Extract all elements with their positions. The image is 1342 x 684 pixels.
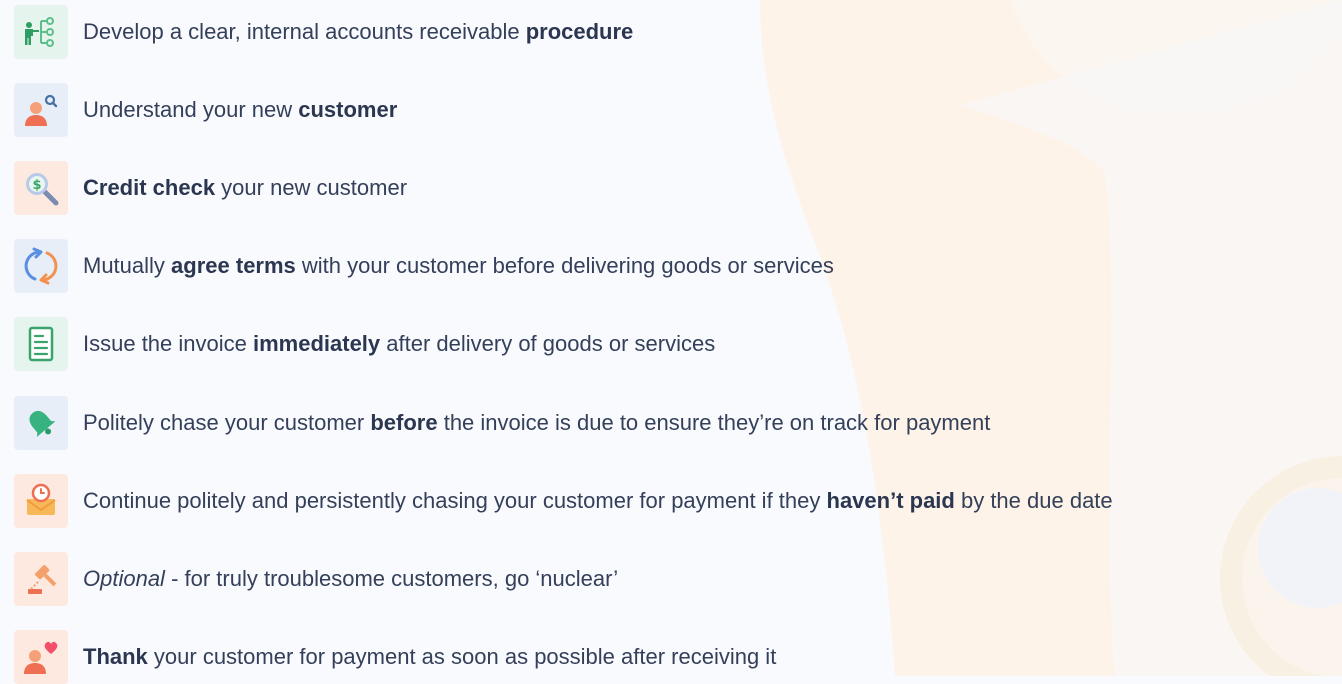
- list-item: Continue politely and persistently chasi…: [14, 474, 1113, 528]
- text-bold: procedure: [525, 19, 634, 44]
- customer-search-icon: [14, 83, 68, 137]
- text-normal: Develop a clear, internal accounts recei…: [83, 19, 526, 44]
- text-normal: Understand your new: [83, 97, 299, 122]
- step-text: Credit check your new customer: [83, 173, 407, 203]
- step-text: Mutually agree terms with your customer …: [83, 251, 834, 281]
- step-text: Politely chase your customer before the …: [83, 408, 990, 438]
- step-text: Thank your customer for payment as soon …: [83, 642, 776, 672]
- text-normal: by the due date: [954, 488, 1113, 513]
- text-normal: Continue politely and persistently chasi…: [83, 488, 827, 513]
- text-normal: Politely chase your customer: [83, 410, 371, 435]
- magnifier-dollar-icon: $: [14, 161, 68, 215]
- list-item: Optional - for truly troublesome custome…: [14, 552, 618, 606]
- list-item: Politely chase your customer before the …: [14, 396, 990, 450]
- list-item: Understand your new customer: [14, 83, 397, 137]
- list-item: Mutually agree terms with your customer …: [14, 239, 834, 293]
- step-text: Continue politely and persistently chasi…: [83, 486, 1113, 516]
- flowchart-person-icon: [14, 5, 68, 59]
- text-normal: your new customer: [215, 175, 408, 200]
- step-text: Understand your new customer: [83, 95, 397, 125]
- text-normal: Mutually: [83, 253, 172, 278]
- text-normal: after delivery of goods or services: [380, 331, 716, 356]
- text-bold: haven’t paid: [826, 488, 955, 513]
- list-item: $ Credit check your new customer: [14, 161, 407, 215]
- step-text: Develop a clear, internal accounts recei…: [83, 17, 633, 47]
- text-normal: your customer for payment as soon as pos…: [147, 644, 777, 669]
- text-bold: immediately: [252, 331, 381, 356]
- step-text: Optional - for truly troublesome custome…: [83, 564, 618, 594]
- text-normal: - for truly troublesome customers, go ‘n…: [164, 566, 619, 591]
- refresh-arrows-icon: [14, 239, 68, 293]
- step-text: Issue the invoice immediately after deli…: [83, 329, 715, 359]
- list-item: Develop a clear, internal accounts recei…: [14, 5, 633, 59]
- bell-icon: [14, 396, 68, 450]
- invoice-document-icon: [14, 317, 68, 371]
- svg-text:$: $: [32, 178, 41, 193]
- text-bold: agree terms: [171, 253, 296, 278]
- text-normal: Issue the invoice: [83, 331, 253, 356]
- text-bold: before: [370, 410, 438, 435]
- text-normal: the invoice is due to ensure they’re on …: [437, 410, 991, 435]
- text-normal: with your customer before delivering goo…: [295, 253, 834, 278]
- list-item: Issue the invoice immediately after deli…: [14, 317, 715, 371]
- text-bold: Credit check: [83, 175, 216, 200]
- text-italic: Optional: [83, 566, 165, 591]
- gavel-icon: [14, 552, 68, 606]
- envelope-clock-icon: [14, 474, 68, 528]
- text-bold: customer: [298, 97, 398, 122]
- text-bold: Thank: [83, 644, 148, 669]
